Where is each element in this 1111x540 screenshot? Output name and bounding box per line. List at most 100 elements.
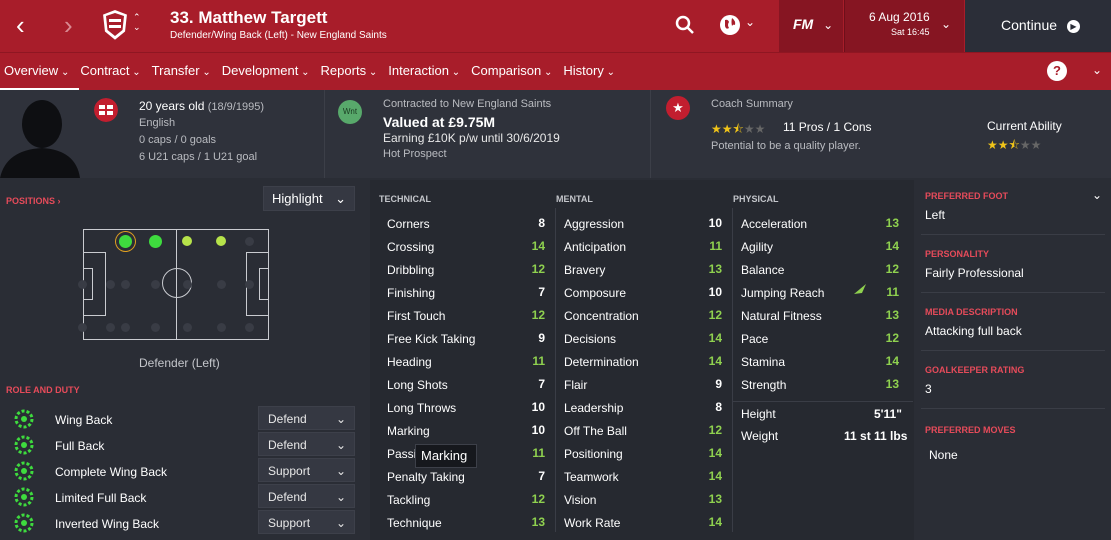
attribute-row[interactable]: Corners 8 (379, 214, 553, 237)
attribute-row[interactable]: Balance 12 (733, 260, 907, 283)
position-dot[interactable] (217, 280, 226, 289)
goalkeeper-rating-value: 3 (925, 382, 932, 396)
position-dot[interactable] (151, 280, 160, 289)
duty-dropdown[interactable]: Support ⌄ (258, 458, 355, 482)
attribute-row[interactable]: Bravery 13 (556, 260, 730, 283)
position-dot[interactable] (245, 237, 254, 246)
collapse-chevron-icon[interactable]: ⌄ (1092, 188, 1102, 202)
continue-button[interactable]: Continue ▶ (965, 0, 1111, 52)
attribute-row[interactable]: Stamina 14 (733, 352, 907, 375)
player-switch-icon[interactable]: ⌃ ⌄ (133, 12, 141, 32)
position-dot[interactable] (78, 280, 87, 289)
highlight-dropdown[interactable]: Highlight ⌄ (263, 186, 355, 211)
position-dot[interactable] (106, 323, 115, 332)
attribute-row[interactable]: Tackling 12 (379, 490, 553, 513)
attribute-row[interactable]: Vision 13 (556, 490, 730, 513)
attribute-row[interactable]: Heading 11 (379, 352, 553, 375)
attribute-row[interactable]: Technique 13 (379, 513, 553, 536)
position-dot[interactable] (106, 280, 115, 289)
position-rating-dot[interactable] (182, 236, 192, 246)
forward-arrow-icon[interactable]: › (64, 10, 73, 40)
position-dot[interactable] (78, 323, 87, 332)
attribute-row[interactable]: Flair 9 (556, 375, 730, 398)
tab-history[interactable]: History ⌄ (563, 53, 615, 91)
attribute-row[interactable]: Dribbling 12 (379, 260, 553, 283)
caps: 0 caps / 0 goals (139, 134, 217, 146)
potential-stars-half: ⯪ (732, 122, 744, 136)
duty-dropdown[interactable]: Defend ⌄ (258, 484, 355, 508)
tab-transfer[interactable]: Transfer ⌄ (152, 53, 211, 91)
tab-bar: Overview ⌄ Contract ⌄ Transfer ⌄ Developmen… (0, 53, 622, 91)
media-description-value: Attacking full back (925, 324, 1022, 338)
search-icon[interactable] (675, 15, 695, 35)
current-stars-half: ⯪ (1008, 138, 1020, 152)
tab-chevron-icon: ⌄ (541, 67, 553, 78)
attribute-row[interactable]: Finishing 7 (379, 283, 553, 306)
attribute-row[interactable]: Free Kick Taking 9 (379, 329, 553, 352)
duty-dropdown[interactable]: Defend ⌄ (258, 432, 355, 456)
attribute-row[interactable]: Jumping Reach 11 (733, 283, 907, 306)
position-dot[interactable] (151, 323, 160, 332)
position-dot[interactable] (245, 323, 254, 332)
globe-chevron-icon[interactable]: ⌄ (745, 15, 755, 29)
role-row[interactable]: Wing Back Defend ⌄ (0, 406, 365, 432)
attribute-row[interactable]: Agility 14 (733, 237, 907, 260)
attribute-value: 13 (531, 515, 545, 529)
attribute-row[interactable]: Natural Fitness 13 (733, 306, 907, 329)
attribute-row[interactable]: Determination 14 (556, 352, 730, 375)
more-chevron-icon[interactable]: ⌄ (1092, 63, 1102, 77)
position-dot[interactable] (121, 323, 130, 332)
position-dot[interactable] (121, 280, 130, 289)
attribute-row[interactable]: Positioning 14 (556, 444, 730, 467)
attribute-row[interactable]: Marking 10 (379, 421, 553, 444)
attribute-row[interactable]: Strength 13 (733, 375, 907, 398)
position-rating-dot[interactable] (148, 234, 162, 248)
role-row[interactable]: Limited Full Back Defend ⌄ (0, 484, 365, 510)
attribute-row[interactable]: Anticipation 11 (556, 237, 730, 260)
role-name: Complete Wing Back (55, 465, 168, 479)
tab-overview[interactable]: Overview ⌄ (0, 53, 80, 91)
role-row[interactable]: Complete Wing Back Support ⌄ (0, 458, 365, 484)
attribute-row[interactable]: Off The Ball 12 (556, 421, 730, 444)
attribute-row[interactable]: Acceleration 13 (733, 214, 907, 237)
attribute-row[interactable]: Work Rate 14 (556, 513, 730, 536)
attribute-row[interactable]: Teamwork 14 (556, 467, 730, 490)
club-crest-icon[interactable] (100, 8, 130, 42)
position-dot[interactable] (245, 280, 254, 289)
position-dot[interactable] (217, 323, 226, 332)
duty-dropdown[interactable]: Defend ⌄ (258, 406, 355, 430)
attribute-row[interactable]: Long Shots 7 (379, 375, 553, 398)
attribute-row[interactable]: First Touch 12 (379, 306, 553, 329)
attribute-row[interactable]: Leadership 8 (556, 398, 730, 421)
globe-icon[interactable] (719, 14, 741, 36)
position-dot[interactable] (183, 280, 192, 289)
tab-interaction[interactable]: Interaction ⌄ (388, 53, 460, 91)
attribute-row[interactable]: Pace 12 (733, 329, 907, 352)
position-rating-dot[interactable] (216, 236, 226, 246)
role-row[interactable]: Full Back Defend ⌄ (0, 432, 365, 458)
position-dot[interactable] (183, 323, 192, 332)
positions-label[interactable]: POSITIONS › (6, 196, 61, 206)
tab-contract[interactable]: Contract ⌄ (80, 53, 140, 91)
back-arrow-icon[interactable]: ‹ (16, 10, 25, 40)
tab-reports[interactable]: Reports ⌄ (321, 53, 378, 91)
help-icon[interactable]: ? (1047, 61, 1067, 81)
attribute-row[interactable]: Decisions 14 (556, 329, 730, 352)
role-row[interactable]: Inverted Wing Back Support ⌄ (0, 510, 365, 536)
attribute-name: Work Rate (564, 516, 621, 530)
fm-menu-button[interactable]: FM ⌄ (779, 0, 843, 52)
duty-dropdown[interactable]: Support ⌄ (258, 510, 355, 534)
attribute-row[interactable]: Crossing 14 (379, 237, 553, 260)
attribute-row[interactable]: Composure 10 (556, 283, 730, 306)
goalkeeper-rating-label: GOALKEEPER RATING (925, 365, 1025, 375)
attribute-row[interactable]: Aggression 10 (556, 214, 730, 237)
attribute-row[interactable]: Penalty Taking 7 (379, 467, 553, 490)
duty-chevron-icon: ⌄ (335, 464, 346, 478)
tab-comparison[interactable]: Comparison ⌄ (471, 53, 552, 91)
position-rating-dot[interactable] (118, 234, 132, 248)
attribute-row[interactable]: Concentration 12 (556, 306, 730, 329)
tab-development[interactable]: Development ⌄ (222, 53, 310, 91)
attribute-row[interactable]: Long Throws 10 (379, 398, 553, 421)
date-panel[interactable]: 6 Aug 2016 Sat 16:45 ⌄ (844, 0, 964, 52)
tab-label: History (563, 63, 604, 78)
